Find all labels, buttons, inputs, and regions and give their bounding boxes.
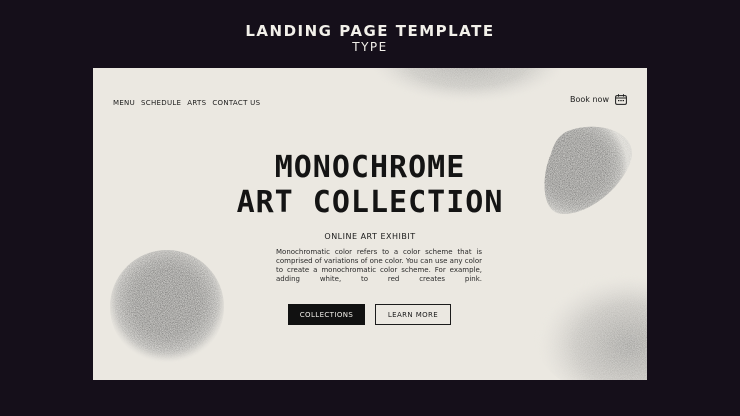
- blob-top-right: [373, 68, 563, 105]
- hero-title: MONOCHROME ART COLLECTION: [93, 150, 647, 220]
- collections-button[interactable]: COLLECTIONS: [288, 304, 365, 325]
- calendar-icon: [615, 94, 627, 105]
- landing-card: MENU SCHEDULE ARTS CONTACT US Book now M…: [93, 68, 647, 380]
- nav-item-menu[interactable]: MENU: [113, 99, 135, 107]
- hero-description: Monochromatic color refers to a color sc…: [276, 248, 482, 283]
- hero-title-line-2: ART COLLECTION: [236, 185, 504, 220]
- page-header-title: LANDING PAGE TEMPLATE: [245, 22, 495, 40]
- nav-item-schedule[interactable]: SCHEDULE: [141, 99, 181, 107]
- book-now-label: Book now: [570, 95, 609, 104]
- page-header-subtitle: TYPE: [352, 40, 388, 54]
- nav-item-arts[interactable]: ARTS: [187, 99, 206, 107]
- decorative-blobs: [110, 68, 647, 380]
- blob-left-sphere: [110, 250, 224, 364]
- blob-bottom-right: [533, 271, 647, 380]
- book-now-button[interactable]: Book now: [570, 94, 627, 105]
- nav-item-contact-us[interactable]: CONTACT US: [212, 99, 260, 107]
- learn-more-button[interactable]: LEARN MORE: [375, 304, 451, 325]
- main-nav: MENU SCHEDULE ARTS CONTACT US: [113, 99, 260, 107]
- hero-subtitle: ONLINE ART EXHIBIT: [324, 232, 416, 241]
- hero-title-line-1: MONOCHROME: [274, 150, 466, 185]
